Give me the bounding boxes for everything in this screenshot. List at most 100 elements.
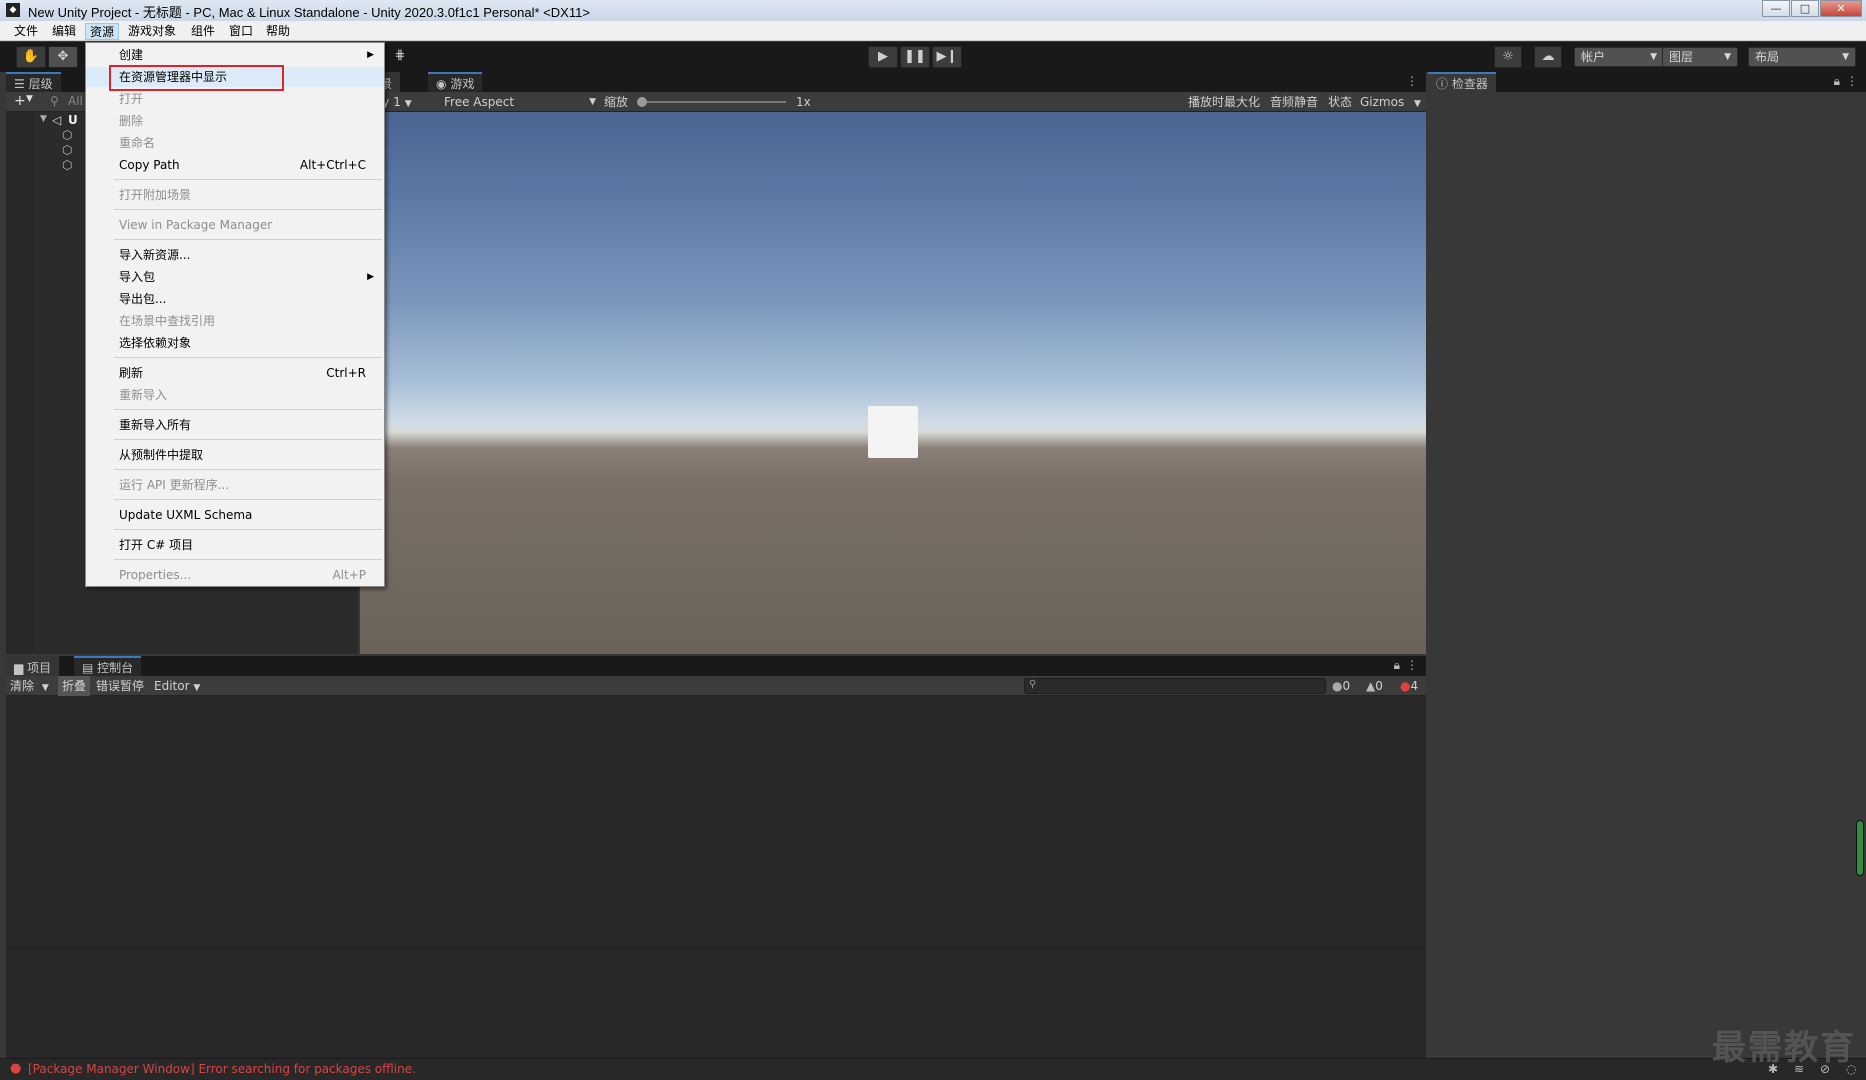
folder-icon: ▆ [14,661,24,675]
maximize-button[interactable]: □ [1791,0,1819,17]
step-button[interactable]: ▶❙ [932,46,962,68]
hand-tool-icon[interactable]: ✋ [16,46,46,68]
tab-console[interactable]: ▤ 控制台 [74,656,142,676]
editor-label: Editor [154,679,190,693]
game-viewport[interactable] [360,112,1426,654]
tab-project[interactable]: ▆ 项目 [6,656,60,676]
menu-separator [114,469,382,470]
menu-item-update-uxml-schema[interactable]: Update UXML Schema [86,505,384,525]
menu-item-label: Properties... [119,568,192,582]
game-view-toolbar: play 1 ▼ Free Aspect▼ 缩放 1x 播放时最大化 音频静音 … [360,92,1426,112]
menu-help[interactable]: 帮助 [262,23,294,40]
menu-file[interactable]: 文件 [10,23,42,40]
move-tool-icon[interactable]: ✥ [48,46,78,68]
aspect-dropdown[interactable]: Free Aspect ▼ [440,92,600,112]
menu-item-label: 选择依赖对象 [119,336,192,350]
grid-snap-icon[interactable]: ⋕ [388,46,412,68]
add-button[interactable]: + [14,93,26,109]
clear-label: 清除 [10,679,35,693]
scene-name[interactable]: U [68,113,78,127]
account-dropdown[interactable]: 帐户 ▼ [1574,47,1664,67]
layers-dropdown[interactable]: 图层 ▼ [1662,47,1738,67]
error-filter-button[interactable]: ●4 [1396,676,1422,696]
menu-item-rename[interactable]: 重命名 [86,133,384,153]
tab-game[interactable]: ◉ 游戏 [428,72,483,92]
gameobject-icon[interactable]: ⬡ [62,158,72,172]
collapse-button[interactable]: 折叠 [58,676,91,696]
menu-item-reimport[interactable]: 重新导入 [86,385,384,405]
menu-assets[interactable]: 资源 [85,23,120,40]
gamepad-icon: ◉ [436,77,447,91]
scrollbar-thumb[interactable] [1856,820,1864,876]
scale-slider-handle[interactable] [637,97,647,107]
gizmos-label: Gizmos [1360,95,1405,109]
menu-item-refresh[interactable]: 刷新 Ctrl+R [86,363,384,383]
more-options-icon[interactable]: ⋮ [1406,74,1418,88]
gameobject-icon[interactable]: ⬡ [62,143,72,157]
cloud-icon[interactable]: ☁ [1534,46,1562,68]
expand-arrow-icon[interactable]: ▼ [40,114,47,124]
status-message[interactable]: [Package Manager Window] Error searching… [28,1062,416,1076]
menu-item-copy-path[interactable]: Copy Path Alt+Ctrl+C [86,155,384,175]
chevron-down-icon: ▼ [1414,99,1421,109]
console-icon: ▤ [82,661,94,675]
menu-item-label: 重新导入 [119,388,168,402]
play-button[interactable]: ▶ [868,46,898,68]
more-options-icon[interactable]: ⋮ [1846,74,1858,88]
submenu-arrow-icon: ▶ [367,50,374,60]
menu-item-label: 导出包... [119,292,167,306]
lock-icon[interactable]: 🔒︎ [1394,658,1400,673]
scale-value: 1x [796,95,811,109]
gizmos-button[interactable]: Gizmos ▼ [1356,92,1425,112]
tab-hierarchy[interactable]: ☰ 层级 [6,72,61,92]
menu-item-label: 重命名 [119,136,156,150]
tab-inspector[interactable]: ⓘ 检查器 [1428,72,1496,92]
mute-audio-button[interactable]: 音频静音 [1266,92,1322,112]
layout-dropdown[interactable]: 布局 ▼ [1748,47,1856,67]
close-button[interactable]: ✕ [1820,0,1862,17]
chevron-down-icon: ▼ [1724,52,1731,62]
collab-icon[interactable]: ☼ [1494,46,1522,68]
menu-item-open-additive-scene[interactable]: 打开附加场景 [86,185,384,205]
info-filter-button[interactable]: ●0 [1328,676,1354,696]
menu-gameobject[interactable]: 游戏对象 [124,23,180,40]
lock-icon[interactable]: 🔒︎ [1834,74,1840,89]
menu-component[interactable]: 组件 [187,23,219,40]
chevron-down-icon[interactable]: ▼ [26,94,33,104]
menu-item-label: 打开 [119,92,144,106]
menu-item-open-csharp-project[interactable]: 打开 C# 项目 [86,535,384,555]
menu-item-run-api-updater[interactable]: 运行 API 更新程序... [86,475,384,495]
menu-edit[interactable]: 编辑 [48,23,80,40]
more-options-icon[interactable]: ⋮ [1406,658,1418,672]
menu-item-properties[interactable]: Properties... Alt+P [86,565,384,585]
console-search-input[interactable]: ⚲ [1024,678,1326,694]
chevron-down-icon: ▼ [589,97,596,107]
menu-item-create[interactable]: 创建 ▶ [86,45,384,65]
menu-item-extract-from-prefab[interactable]: 从预制件中提取 [86,445,384,465]
clear-button[interactable]: 清除 ▼ [6,676,53,696]
watermark: 最需教育 [1712,1028,1856,1068]
error-pause-button[interactable]: 错误暂停 [92,676,148,696]
pause-button[interactable]: ❚❚ [900,46,930,68]
menu-item-find-references[interactable]: 在场景中查找引用 [86,311,384,331]
minimize-button[interactable]: — [1762,0,1790,17]
warning-filter-button[interactable]: ▲0 [1362,676,1387,696]
menu-item-view-in-package-manager[interactable]: View in Package Manager [86,215,384,235]
menu-item-import-new-asset[interactable]: 导入新资源... [86,245,384,265]
scale-slider-track[interactable] [640,101,786,103]
maximize-on-play-button[interactable]: 播放时最大化 [1184,92,1264,112]
menu-item-import-package[interactable]: 导入包 ▶ [86,267,384,287]
stats-button[interactable]: 状态 [1324,92,1356,112]
gameobject-icon[interactable]: ⬡ [62,128,72,142]
menu-item-reimport-all[interactable]: 重新导入所有 [86,415,384,435]
warning-count: 0 [1375,679,1383,693]
menu-separator [114,209,382,210]
menu-window[interactable]: 窗口 [225,23,257,40]
menu-item-delete[interactable]: 删除 [86,111,384,131]
menu-item-export-package[interactable]: 导出包... [86,289,384,309]
unity-logo-icon: ◆ [6,3,20,17]
menu-item-open[interactable]: 打开 [86,89,384,109]
menu-item-select-dependencies[interactable]: 选择依赖对象 [86,333,384,353]
editor-dropdown[interactable]: Editor ▼ [150,676,204,696]
hierarchy-search-input[interactable]: All [68,94,83,108]
